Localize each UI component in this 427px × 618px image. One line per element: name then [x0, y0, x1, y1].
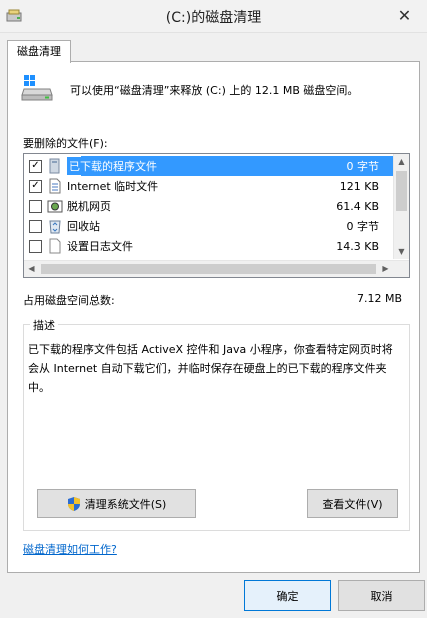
checkbox-unchecked[interactable]: [29, 219, 42, 233]
description-text: 已下载的程序文件包括 ActiveX 控件和 Java 小程序，你查看特定网页时…: [28, 343, 393, 394]
list-item-name: 已下载的程序文件: [67, 157, 299, 175]
horizontal-scrollbar[interactable]: ◀ ▶: [24, 260, 409, 277]
recycle-bin-icon: [49, 220, 61, 234]
close-button[interactable]: ✕: [382, 0, 427, 31]
list-item-size: 121 KB: [339, 179, 379, 193]
drive-icon: [21, 75, 53, 101]
window-title: (C:)的磁盘清理: [165, 10, 262, 26]
ok-button[interactable]: 确定: [244, 580, 331, 611]
checkbox-unchecked[interactable]: [29, 199, 42, 213]
list-item-name: 回收站: [67, 220, 100, 233]
list-item-size: 14.3 KB: [336, 239, 379, 253]
free-space-summary: 可以使用“磁盘清理”来释放 (C:) 上的 12.1 MB 磁盘空间。: [70, 84, 359, 97]
list-item-name: 脱机网页: [67, 200, 111, 213]
checkbox-checked[interactable]: ✓: [29, 179, 42, 193]
scroll-down-arrow-icon[interactable]: ▼: [394, 244, 409, 259]
total-space-label: 占用磁盘空间总数:: [23, 294, 115, 307]
scroll-thumb[interactable]: [41, 264, 376, 274]
vertical-scrollbar[interactable]: ▲ ▼: [393, 154, 409, 259]
files-list[interactable]: ✓ 已下载的程序文件 0 字节 ✓ Internet 临时文件 121 KB 脱…: [23, 153, 410, 278]
list-item-name: Internet 临时文件: [67, 180, 159, 193]
list-item[interactable]: ✓ 已下载的程序文件 0 字节: [24, 156, 393, 176]
list-item[interactable]: 脱机网页 61.4 KB: [24, 196, 393, 216]
description-title: 描述: [30, 317, 58, 333]
close-icon: ✕: [397, 6, 412, 25]
folder-icon: [49, 158, 60, 174]
log-file-icon: [49, 238, 61, 254]
title-bar: (C:)的磁盘清理 ✕: [0, 0, 427, 33]
list-item-size: 61.4 KB: [336, 199, 379, 213]
cancel-button[interactable]: 取消: [338, 580, 425, 611]
view-files-button[interactable]: 查看文件(V): [307, 489, 398, 518]
scroll-up-arrow-icon[interactable]: ▲: [394, 154, 409, 169]
list-item-name: 设置日志文件: [67, 240, 133, 253]
files-to-delete-label: 要删除的文件(F):: [23, 137, 108, 150]
document-icon: [49, 178, 61, 194]
list-item-size: 0 字节: [346, 160, 380, 173]
scroll-left-arrow-icon[interactable]: ◀: [24, 261, 39, 277]
offline-webpage-icon: [47, 200, 63, 213]
scroll-thumb[interactable]: [396, 171, 407, 211]
checkbox-checked[interactable]: ✓: [29, 159, 42, 173]
checkbox-unchecked[interactable]: [29, 239, 42, 253]
list-item[interactable]: ✓ Internet 临时文件 121 KB: [24, 176, 393, 196]
list-item[interactable]: 回收站 0 字节: [24, 216, 393, 236]
total-space-value: 7.12 MB: [356, 292, 402, 305]
scroll-right-arrow-icon[interactable]: ▶: [378, 261, 393, 277]
uac-shield-icon: [67, 496, 80, 511]
tab-panel: 可以使用“磁盘清理”来释放 (C:) 上的 12.1 MB 磁盘空间。 要删除的…: [7, 61, 420, 573]
tab-disk-cleanup[interactable]: 磁盘清理: [7, 40, 71, 63]
list-item[interactable]: 设置日志文件 14.3 KB: [24, 236, 393, 256]
list-item-size: 0 字节: [346, 220, 380, 233]
clean-system-files-button[interactable]: 清理系统文件(S): [37, 489, 196, 518]
help-link[interactable]: 磁盘清理如何工作?: [23, 541, 117, 557]
clean-system-files-label: 清理系统文件(S): [84, 497, 167, 511]
